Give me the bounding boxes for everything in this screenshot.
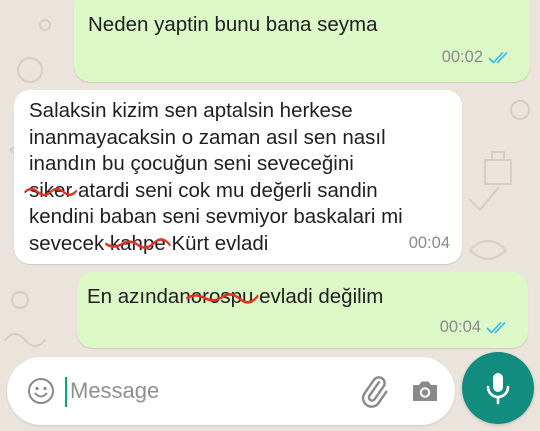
text-cursor [65, 377, 67, 407]
message-line: atardi seni cok mu değerli sandin [72, 178, 378, 202]
message-line: kendini baban seni sevmiyor baskalari mi [29, 205, 403, 229]
redacted-word: siker [24, 178, 77, 205]
double-check-read-icon [488, 51, 512, 65]
emoji-icon[interactable] [27, 377, 55, 405]
message-line: Salaksin kizim sen aptalsin herkese [29, 99, 353, 122]
paperclip-icon[interactable] [357, 374, 391, 408]
message-meta: 00:04 [409, 230, 450, 257]
message-line: inanmayacaksin o zaman asıl sen nasıl [29, 125, 386, 149]
message-line: Kürt evladi [165, 231, 269, 255]
message-time: 00:04 [408, 234, 450, 253]
message-text: En azındanorospu evladi değilim [87, 284, 383, 311]
message-line: inandın bu çocuğun seni seveceğini [29, 152, 354, 176]
microphone-icon[interactable] [462, 352, 534, 424]
message-fragment: En azından [87, 285, 191, 308]
message-meta: 00:04 [440, 314, 510, 341]
outgoing-message-bubble[interactable]: En azındanorospu evladi değilim 00:04 [77, 272, 528, 348]
redacted-word: orospu [185, 284, 259, 311]
outgoing-message-bubble[interactable]: Neden yaptin bunu bana seyma 00:02 [74, 0, 530, 82]
redacted-word: kahpe [105, 231, 171, 258]
incoming-message-bubble[interactable]: Salaksin kizim sen aptalsin herkese inan… [14, 90, 462, 264]
message-time: 00:02 [441, 48, 483, 67]
message-composer [7, 357, 455, 425]
message-line: sevecek [29, 231, 110, 255]
message-text: Neden yaptin bunu bana seyma [88, 13, 378, 36]
message-meta: 00:02 [442, 44, 512, 71]
double-check-read-icon [486, 321, 510, 335]
message-time: 00:04 [439, 318, 481, 337]
message-input[interactable] [70, 371, 340, 411]
message-text: Salaksin kizim sen aptalsin herkese inan… [24, 98, 403, 258]
message-fragment: evladi değilim [253, 285, 384, 308]
camera-icon[interactable] [409, 375, 441, 407]
